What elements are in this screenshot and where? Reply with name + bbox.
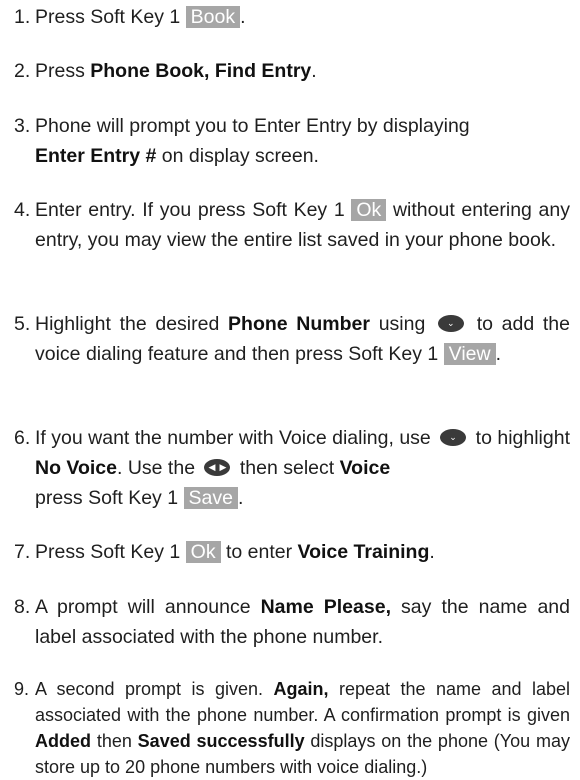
step-number: 3. xyxy=(14,115,31,137)
step-text: . xyxy=(237,487,244,509)
list-item: 1. Press Soft Key 1 Book. xyxy=(14,2,570,32)
list-item: 3. Phone will prompt you to Enter Entry … xyxy=(14,111,570,171)
step-text: using xyxy=(370,313,435,335)
step-number: 8. xyxy=(14,596,31,618)
step-bold-text: Phone Number xyxy=(228,313,370,335)
step-bold-text: Voice Training xyxy=(297,541,430,563)
step-text: . Use the xyxy=(117,457,201,479)
step-text: press Soft Key 1 xyxy=(35,487,184,509)
step-text: Press xyxy=(35,60,91,82)
step-text: . xyxy=(311,60,317,82)
step-number: 4. xyxy=(14,199,31,221)
step-text: Press Soft Key 1 xyxy=(35,6,186,28)
step-text: then select xyxy=(234,457,340,479)
step-text: on display screen. xyxy=(156,145,319,167)
list-item: 6. If you want the number with Voice dia… xyxy=(14,423,570,513)
step-bold-text: Added xyxy=(35,731,91,751)
step-bold-text: No Voice xyxy=(35,457,117,479)
list-item: 4. Enter entry. If you press Soft Key 1 … xyxy=(14,195,570,255)
softkey-label: View xyxy=(443,343,496,365)
step-number: 1. xyxy=(14,6,31,28)
step-text: A second prompt is given. xyxy=(35,679,274,699)
step-bold-text: Name Please, xyxy=(260,596,391,618)
step-bold-text: Again, xyxy=(273,679,329,699)
step-text: Phone will prompt you to Enter Entry by … xyxy=(35,115,470,137)
step-text: . xyxy=(429,541,435,563)
list-item: 5. Highlight the desired Phone Number us… xyxy=(14,309,570,369)
step-bold-text: Phone Book, Find Entry xyxy=(90,60,312,82)
nav-down-icon: ⌄ xyxy=(440,429,467,446)
list-item: 9. A second prompt is given. Again, repe… xyxy=(14,676,570,780)
list-item: 2. Press Phone Book, Find Entry. xyxy=(14,56,570,86)
step-text: If you want the number with Voice dialin… xyxy=(35,427,437,449)
softkey-label: Save xyxy=(183,487,238,509)
nav-down-icon: ⌄ xyxy=(438,315,465,332)
step-number: 2. xyxy=(14,60,31,82)
step-bold-text: Voice xyxy=(339,457,391,479)
step-text: . xyxy=(240,6,246,28)
step-number: 7. xyxy=(14,541,31,563)
step-text: Highlight the desired xyxy=(35,313,229,335)
list-item: 8. A prompt will announce Name Please, s… xyxy=(14,592,570,652)
step-number: 5. xyxy=(14,313,31,335)
step-text: then xyxy=(91,731,138,751)
step-text: to enter xyxy=(220,541,298,563)
step-number: 9. xyxy=(14,679,30,699)
step-text: to highlight xyxy=(470,427,570,449)
step-bold-text: Enter Entry # xyxy=(35,145,157,167)
step-text: A prompt will announce xyxy=(35,596,261,618)
softkey-label: Ok xyxy=(185,541,221,563)
step-bold-text: Saved successfully xyxy=(137,731,305,751)
list-item: 7. Press Soft Key 1 Ok to enter Voice Tr… xyxy=(14,537,570,567)
softkey-label: Ok xyxy=(351,199,387,221)
step-text: Enter entry. If you press Soft Key 1 xyxy=(35,199,352,221)
step-number: 6. xyxy=(14,427,31,449)
step-text: . xyxy=(495,343,502,365)
step-text: Press Soft Key 1 xyxy=(35,541,186,563)
softkey-label: Book xyxy=(185,6,241,28)
nav-left-right-icon: ◀ ▶ xyxy=(204,459,231,476)
